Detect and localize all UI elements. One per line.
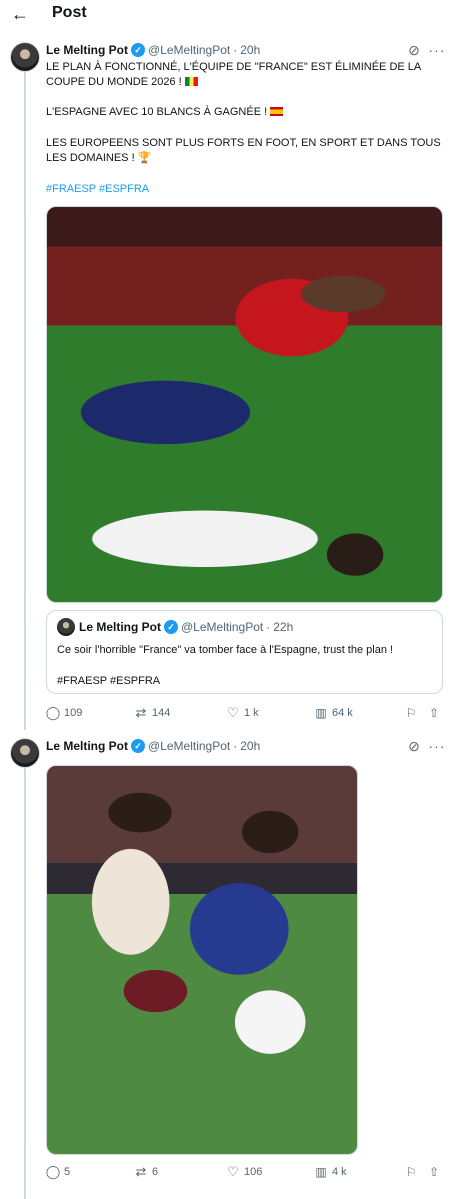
- repost-icon: ⇄: [135, 1164, 147, 1179]
- tweet-text-2: L'ESPAGNE AVEC 10 BLANCS À GAGNÉE !: [46, 105, 442, 120]
- like-count: 106: [244, 1166, 263, 1178]
- bookmark-icon: ⚐: [405, 1165, 417, 1179]
- avatar[interactable]: [10, 42, 40, 72]
- quote-header: Le Melting Pot ✓ @LeMeltingPot · 22h: [79, 618, 293, 636]
- author-handle[interactable]: @LeMeltingPot: [148, 43, 230, 57]
- avatar: [57, 618, 75, 636]
- arrow-left-icon[interactable]: ←: [10, 4, 30, 24]
- view-count: 64 k: [332, 707, 353, 719]
- share-button[interactable]: ⇧: [427, 704, 441, 722]
- quote-author-handle: @LeMeltingPot: [181, 620, 264, 634]
- reply-count: 5: [64, 1166, 71, 1178]
- views-button[interactable]: ▥ 64 k: [314, 704, 353, 722]
- reply-icon: ◯: [45, 1164, 61, 1179]
- repost-icon: ⇄: [135, 705, 147, 720]
- timestamp[interactable]: 20h: [240, 43, 260, 57]
- reply-button[interactable]: ◯ 5: [46, 1163, 70, 1181]
- like-count: 1 k: [244, 707, 259, 719]
- top-bar: ← Post: [0, 0, 457, 30]
- timestamp[interactable]: 20h: [240, 739, 260, 753]
- verified-badge-icon: ✓: [164, 620, 178, 634]
- quote-timestamp: 22h: [273, 620, 294, 634]
- senegal-flag-icon: [184, 77, 198, 86]
- like-button[interactable]: ♡ 1 k: [226, 704, 259, 722]
- thread-line: [24, 768, 26, 1199]
- bookmark-button[interactable]: ⚐: [404, 1163, 418, 1181]
- share-icon: ⇧: [428, 706, 440, 720]
- views-icon: ▥: [315, 1165, 327, 1179]
- grok-icon[interactable]: ⊘: [406, 42, 422, 58]
- tweet-2[interactable]: Le Melting Pot ✓ @LeMeltingPot · 20h ⊘ ·…: [0, 730, 457, 1199]
- bookmark-button[interactable]: ⚐: [404, 704, 418, 722]
- quote-author-name: Le Melting Pot: [79, 620, 161, 634]
- action-bar: ◯ 5 ⇄ 6 ♡ 106 ▥ 4 k ⚐ ⇧: [46, 1163, 446, 1181]
- quote-hashtags: #FRAESP #ESPFRA: [57, 675, 161, 687]
- verified-badge-icon: ✓: [131, 739, 145, 753]
- quote-text: Ce soir l'horrible "France" va tomber fa…: [57, 644, 394, 656]
- reply-count: 109: [64, 707, 83, 719]
- quoted-tweet[interactable]: Le Melting Pot ✓ @LeMeltingPot · 22h Ce …: [46, 610, 443, 694]
- like-button[interactable]: ♡ 106: [226, 1163, 262, 1181]
- repost-count: 144: [152, 707, 171, 719]
- tweet-text-3: LES EUROPEENS SONT PLUS FORTS EN FOOT, E…: [46, 136, 442, 166]
- heart-icon: ♡: [227, 705, 239, 720]
- views-icon: ▥: [315, 706, 327, 720]
- repost-button[interactable]: ⇄ 144: [134, 704, 171, 722]
- heart-icon: ♡: [227, 1164, 239, 1179]
- repost-count: 6: [152, 1166, 159, 1178]
- author-name[interactable]: Le Melting Pot: [46, 43, 128, 57]
- more-icon[interactable]: ···: [428, 738, 446, 754]
- tweet-header: Le Melting Pot ✓ @LeMeltingPot · 20h: [46, 41, 260, 59]
- bookmark-icon: ⚐: [405, 706, 417, 720]
- tweet-photo[interactable]: [46, 206, 443, 603]
- spain-flag-icon: [270, 107, 284, 116]
- reply-icon: ◯: [45, 705, 61, 720]
- verified-badge-icon: ✓: [131, 43, 145, 57]
- separator-dot: ·: [233, 43, 238, 57]
- view-count: 4 k: [332, 1166, 347, 1178]
- tweet-text: LE PLAN À FONCTIONNÉ, L'ÉQUIPE DE "FRANC…: [46, 60, 442, 90]
- avatar[interactable]: [10, 738, 40, 768]
- share-icon: ⇧: [428, 1165, 440, 1179]
- trophy-icon: 🏆: [137, 152, 152, 164]
- author-handle[interactable]: @LeMeltingPot: [148, 739, 230, 753]
- tweet-line-3: LES EUROPEENS SONT PLUS FORTS EN FOOT, E…: [46, 137, 441, 164]
- tweet-line-2: L'ESPAGNE AVEC 10 BLANCS À GAGNÉE !: [46, 106, 268, 118]
- more-icon[interactable]: ···: [428, 42, 446, 58]
- separator-dot: ·: [266, 620, 271, 634]
- separator-dot: ·: [233, 739, 238, 753]
- tweet-line-1: LE PLAN À FONCTIONNÉ, L'ÉQUIPE DE "FRANC…: [46, 61, 421, 88]
- views-button[interactable]: ▥ 4 k: [314, 1163, 347, 1181]
- repost-button[interactable]: ⇄ 6: [134, 1163, 159, 1181]
- tweet-header: Le Melting Pot ✓ @LeMeltingPot · 20h: [46, 737, 260, 755]
- reply-button[interactable]: ◯ 109: [45, 704, 83, 722]
- thread-line: [24, 69, 26, 730]
- grok-icon[interactable]: ⊘: [406, 738, 422, 754]
- page-title: Post: [52, 4, 87, 21]
- share-button[interactable]: ⇧: [427, 1163, 441, 1181]
- hashtags[interactable]: #FRAESP #ESPFRA: [46, 182, 442, 197]
- author-name[interactable]: Le Melting Pot: [46, 739, 128, 753]
- tweet-1[interactable]: Le Melting Pot ✓ @LeMeltingPot · 20h ⊘ ·…: [0, 33, 457, 730]
- tweet-photo[interactable]: [46, 765, 358, 1155]
- action-bar: ◯ 109 ⇄ 144 ♡ 1 k ▥ 64 k ⚐ ⇧: [46, 704, 446, 722]
